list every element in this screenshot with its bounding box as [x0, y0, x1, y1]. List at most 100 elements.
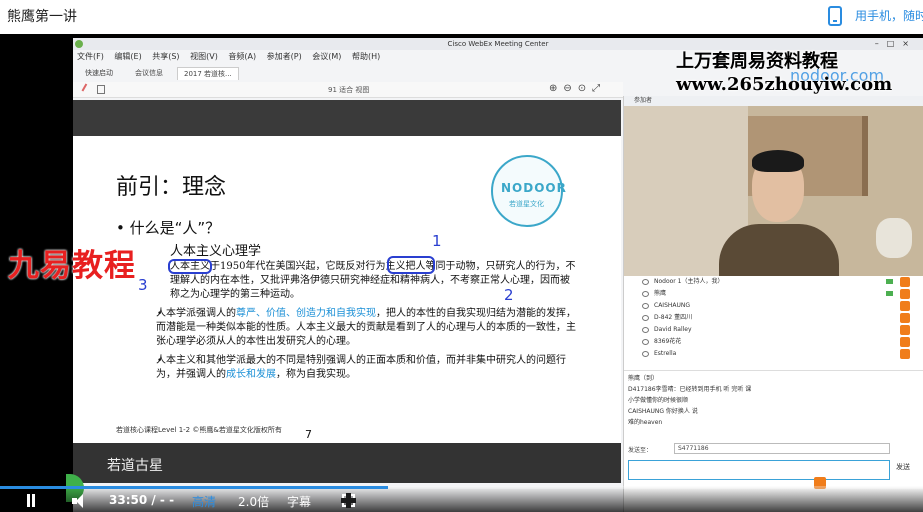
pen-icon [81, 83, 93, 95]
chat-input[interactable] [628, 460, 890, 480]
send-to-select[interactable]: S4771186 [674, 443, 890, 454]
ink-circle [168, 259, 212, 274]
camera-icon [886, 279, 893, 284]
user-icon [642, 351, 649, 357]
tab-meeting-info: 会议信息 [135, 69, 163, 77]
watermark-ruodao: 若道古星 [107, 458, 163, 474]
send-to-bar: 发送至： S4771186 [624, 442, 923, 456]
slide-footer: 若道核心课程Level 1-2 ©熊鹰&若道星文化版权所有 [116, 426, 282, 434]
top-bar: 熊鹰第一讲 用手机，随时 [0, 0, 923, 34]
paragraph-3: 人本主义和其他学派最大的不同是特别强调人的正面本质和价值，而并非集中研究人的问题… [156, 354, 577, 382]
user-icon [642, 279, 649, 285]
p3-text: 人本主义和其他学派最大的不同是特别强调人的正面本质和价值，而并非集中研究人的问题… [156, 355, 566, 380]
video-area[interactable]: Cisco WebEx Meeting Center –□× 文件(F) 编辑(… [0, 34, 923, 512]
webex-window-title: Cisco WebEx Meeting Center [447, 40, 549, 48]
ink-circle [387, 256, 435, 274]
cam-speaker-hair [752, 150, 804, 172]
user-icon [642, 303, 649, 309]
tab-quick-start: 快速启动 [85, 69, 113, 77]
status-icon [900, 277, 910, 287]
cam-speaker-body [719, 224, 839, 276]
participant-name: CAISHAUNG [654, 302, 691, 309]
chat-line: 熊鹰（到） [628, 375, 659, 382]
paragraph-2: 人本学派强调人的尊严、价值、创造力和自我实现，把人的本性的自我实现归结为潜能的发… [156, 307, 577, 349]
chat-line: 小学做懂你的时候很顺 [628, 397, 689, 404]
window-controls-icon: –□× [874, 39, 917, 48]
participant-name: D-842 董四川 [654, 314, 693, 321]
status-icon [900, 337, 910, 347]
pause-icon[interactable] [25, 494, 37, 507]
phone-icon[interactable] [828, 6, 842, 26]
slide-top-band [73, 100, 621, 136]
page-icon [97, 85, 105, 94]
chat-line: CAISHAUNG 你好换人 说 [628, 408, 698, 415]
participant-row[interactable]: D-842 董四川 [624, 312, 923, 324]
slide-heading: 前引：理念 [116, 175, 227, 200]
send-to-label: 发送至： [628, 447, 653, 454]
participant-name: David Ralley [654, 326, 692, 333]
participant-row[interactable]: 8369花花 [624, 336, 923, 348]
watermark-line-2: www.265zhouyiw.com [676, 74, 893, 95]
paragraph-1: 人本主义于1950年代在美国兴起，它既反对行为主义把人等同于动物，只研究人的行为… [170, 261, 576, 300]
ink-number: 1 [432, 232, 442, 250]
chat-line: 难的heaven [628, 419, 663, 426]
webex-app-icon [75, 40, 83, 48]
webex-window: Cisco WebEx Meeting Center –□× 文件(F) 编辑(… [73, 38, 923, 512]
status-icon [900, 349, 910, 359]
p2-text: 人本学派强调人的 [156, 308, 236, 319]
zoom-level: 91 适合 视图 [328, 86, 370, 94]
menu-audio: 音频(A) [228, 52, 257, 61]
volume-icon[interactable] [72, 494, 88, 508]
slide: 前引：理念 NODOOR 若道星文化 • 什么是“人”？ 人本主义心理学 人本主… [73, 136, 621, 450]
right-panel: 参加者 Nodoor 1（主持人，我） 熊鹰 CAISHAUNG D-842 董… [623, 96, 923, 512]
slide-question: • 什么是“人”？ [116, 219, 221, 237]
participant-row[interactable]: CAISHAUNG [624, 300, 923, 312]
quality-button[interactable]: 高清 [192, 493, 216, 510]
mobile-link[interactable]: 用手机，随时 [855, 7, 923, 24]
participant-row[interactable]: Nodoor 1（主持人，我） [624, 276, 923, 288]
status-icon [900, 301, 910, 311]
user-icon [642, 327, 649, 333]
participant-row[interactable]: Estrella [624, 348, 923, 360]
participant-row[interactable]: David Ralley [624, 324, 923, 336]
player-page: 熊鹰第一讲 用手机，随时 Cisco WebEx Meeting Center … [0, 0, 923, 512]
status-icon [900, 313, 910, 323]
zoom-controls-icon: ⊕⊖⊙⤢ [549, 83, 607, 94]
slide-subheading: 人本主义心理学 [170, 244, 262, 259]
participant-name: 熊鹰 [654, 290, 667, 297]
user-icon [642, 315, 649, 321]
logo-sub: 若道星文化 [509, 200, 544, 208]
p2-highlight: 尊严、价值、创造力和自我实现 [236, 308, 376, 319]
ink-number: 3 [138, 276, 148, 294]
chat-line: D417186李雪晴：已经转到用手机 听 完听 课 [628, 386, 752, 393]
slide-page-number: 7 [305, 428, 312, 441]
course-title: 熊鹰第一讲 [7, 9, 77, 25]
chat-panel[interactable]: 熊鹰（到） D417186李雪晴：已经转到用手机 听 完听 课 小学做懂你的时候… [624, 370, 923, 440]
menu-help: 帮助(H) [351, 52, 381, 61]
webex-toolbar: 91 适合 视图 ⊕⊖⊙⤢ [73, 82, 623, 98]
participants-title: 参加者 [624, 96, 923, 106]
fullscreen-icon[interactable] [341, 493, 356, 508]
subtitles-button[interactable]: 字幕 [287, 493, 311, 510]
participant-name: Nodoor 1（主持人，我） [654, 278, 724, 285]
webex-tabs: 快速启动 会议信息 2017 若道核... [73, 66, 623, 80]
speed-button[interactable]: 2.0倍 [238, 493, 269, 510]
send-button[interactable]: 发送 [896, 462, 910, 472]
progress-bar[interactable] [0, 486, 923, 489]
cam-plush-toy [876, 218, 912, 258]
status-icon [900, 325, 910, 335]
menu-share: 共享(S) [152, 52, 180, 61]
nodoor-logo: NODOOR 若道星文化 [491, 155, 566, 227]
time-display: 33:50 / - - [109, 493, 175, 507]
logo-word: NODOOR [501, 181, 567, 195]
user-icon [642, 339, 649, 345]
menu-participant: 参加者(P) [266, 52, 302, 61]
watermark-jiuyi: 九易教程 [8, 248, 136, 284]
p3-text-rest: ，称为自我实现。 [276, 369, 356, 380]
ink-number: 2 [504, 286, 514, 304]
p3-highlight: 成长和发展 [226, 369, 276, 380]
menu-edit: 编辑(E) [114, 52, 142, 61]
participant-row[interactable]: 熊鹰 [624, 288, 923, 300]
participant-list: Nodoor 1（主持人，我） 熊鹰 CAISHAUNG D-842 董四川 D… [624, 276, 923, 368]
participant-name: Estrella [654, 350, 677, 357]
